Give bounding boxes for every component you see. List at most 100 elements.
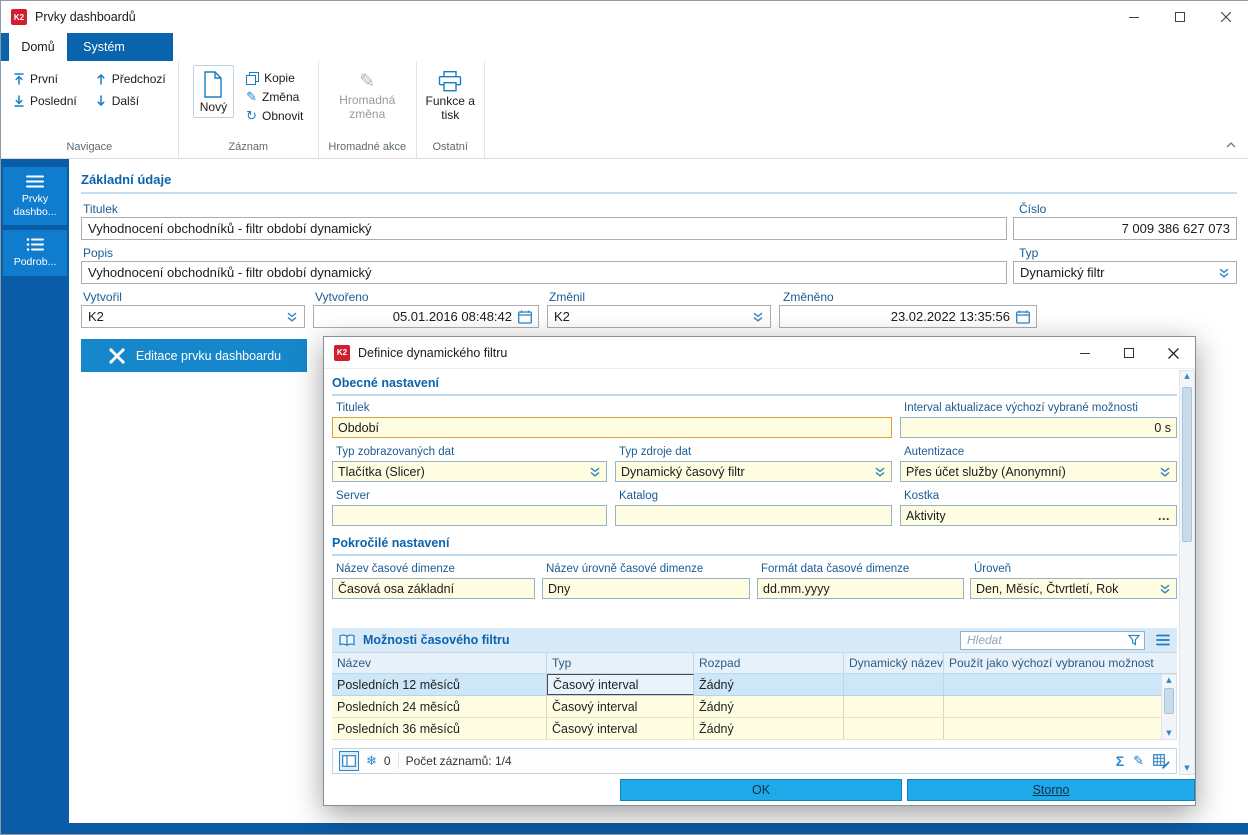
hromadna-zmena-button: ✎ Hromadná změna	[328, 67, 406, 124]
dialog-scrollbar-thumb[interactable]	[1182, 387, 1192, 542]
cell-typ[interactable]: Časový interval	[547, 696, 694, 717]
filter-funnel-icon[interactable]	[1128, 634, 1140, 646]
kopie-button[interactable]: Kopie	[246, 71, 303, 85]
funkce-a-tisk-button[interactable]: Funkce a tisk	[417, 66, 483, 125]
dialog-definice-dynamickeho-filtru: K2 Definice dynamického filtru Obecné na…	[323, 336, 1196, 806]
nazev-urovne-input[interactable]: Dny	[542, 578, 750, 599]
katalog-input[interactable]	[615, 505, 892, 526]
column-header-rozpad[interactable]: Rozpad	[694, 653, 844, 673]
calendar-icon	[518, 310, 532, 324]
cell-typ[interactable]: Časový interval	[547, 718, 694, 739]
section-underline	[332, 554, 1177, 556]
dalsi-button[interactable]: Další	[93, 92, 168, 110]
prvni-button[interactable]: První	[11, 70, 79, 88]
storno-button[interactable]: Storno	[907, 779, 1195, 801]
cell-rozpad[interactable]: Žádný	[694, 718, 844, 739]
cislo-input[interactable]: 7 009 386 627 073	[1013, 217, 1237, 240]
edit-table-icon[interactable]	[1153, 754, 1170, 769]
ok-button[interactable]: OK	[620, 779, 902, 801]
bulk-edit-pencil-icon: ✎	[359, 72, 375, 91]
typ-dat-dropdown[interactable]: Tlačítka (Slicer)	[332, 461, 607, 482]
dialog-minimize-button[interactable]	[1063, 337, 1107, 369]
minimize-button[interactable]	[1111, 1, 1157, 33]
zmeneno-datepicker[interactable]: 23.02.2022 13:35:56	[779, 305, 1037, 328]
predchozi-button[interactable]: Předchozí	[93, 70, 168, 88]
cell-pouzit[interactable]	[944, 696, 1161, 717]
cell-dynamicky-nazev[interactable]	[844, 696, 944, 717]
novy-button[interactable]: Nový	[193, 65, 234, 118]
column-header-typ[interactable]: Typ	[547, 653, 694, 673]
cell-dynamicky-nazev[interactable]	[844, 674, 944, 695]
editace-prvku-dashboardu-button[interactable]: Editace prvku dashboardu	[81, 339, 307, 372]
ellipsis-button[interactable]: …	[1158, 511, 1172, 521]
search-input[interactable]	[965, 632, 1125, 648]
cell-nazev[interactable]: Posledních 12 měsíců	[332, 674, 547, 695]
column-header-nazev[interactable]: Název	[332, 653, 547, 673]
copy-icon	[246, 72, 259, 85]
nazev-dimenze-label: Název časové dimenze	[336, 563, 455, 575]
column-header-dynamicky-nazev[interactable]: Dynamický název	[844, 653, 944, 673]
sidebar-item-podrobnosti[interactable]: Podrob...	[3, 230, 67, 276]
typ-dropdown[interactable]: Dynamický filtr	[1013, 261, 1237, 284]
tab-system[interactable]: Systém	[67, 33, 141, 61]
titulek-input[interactable]: Vyhodnocení obchodníků - filtr období dy…	[81, 217, 1007, 240]
dropdown-chevrons-icon	[1159, 466, 1171, 478]
dropdown-chevrons-icon	[874, 466, 886, 478]
uroven-dropdown[interactable]: Den, Měsíc, Čtvrtletí, Rok	[970, 578, 1177, 599]
table-scrollbar[interactable]: ▲ ▼	[1161, 674, 1177, 740]
dialog-maximize-button[interactable]	[1107, 337, 1151, 369]
dlg-titulek-input[interactable]: Období	[332, 417, 892, 438]
prvni-label: První	[30, 72, 58, 86]
close-button[interactable]	[1203, 1, 1248, 33]
cell-pouzit[interactable]	[944, 674, 1161, 695]
table-menu-button[interactable]	[1153, 630, 1173, 650]
scroll-down-icon[interactable]: ▼	[1184, 765, 1189, 772]
sidebar-item-label: Podrob...	[5, 256, 65, 269]
table-scrollbar-thumb[interactable]	[1164, 688, 1174, 714]
ok-label: OK	[752, 783, 770, 797]
format-data-input[interactable]: dd.mm.yyyy	[757, 578, 964, 599]
novy-label: Nový	[200, 101, 227, 115]
cell-nazev[interactable]: Posledních 36 měsíců	[332, 718, 547, 739]
obnovit-button[interactable]: ↻ Obnovit	[246, 109, 303, 123]
server-input[interactable]	[332, 505, 607, 526]
view-toggle-button[interactable]	[339, 751, 359, 771]
ribbon-collapse-button[interactable]	[1222, 138, 1240, 152]
table-row[interactable]: Posledních 24 měsíců Časový interval Žád…	[332, 696, 1161, 718]
cell-nazev[interactable]: Posledních 24 měsíců	[332, 696, 547, 717]
sum-icon[interactable]: Σ	[1116, 754, 1124, 768]
cell-rozpad[interactable]: Žádný	[694, 696, 844, 717]
scroll-down-icon[interactable]: ▼	[1166, 730, 1171, 737]
zmenil-dropdown[interactable]: K2	[547, 305, 771, 328]
column-header-pouzit[interactable]: Použít jako výchozí vybranou možnost	[944, 653, 1177, 673]
typ-zdroje-dropdown[interactable]: Dynamický časový filtr	[615, 461, 892, 482]
minimize-icon	[1129, 12, 1139, 22]
snowflake-icon[interactable]: ❄	[366, 755, 377, 768]
scroll-up-icon[interactable]: ▲	[1166, 677, 1171, 684]
sidebar-item-prvky-dashboardu[interactable]: Prvky dashbo...	[3, 167, 67, 225]
tab-domu[interactable]: Domů	[9, 33, 67, 61]
kostka-input[interactable]: Aktivity …	[900, 505, 1177, 526]
interval-input[interactable]: 0 s	[900, 417, 1177, 438]
table-row[interactable]: Posledních 36 měsíců Časový interval Žád…	[332, 718, 1161, 740]
group-label-hromadne-akce: Hromadné akce	[319, 139, 416, 158]
zmena-button[interactable]: ✎ Změna	[246, 90, 303, 104]
vytvoril-dropdown[interactable]: K2	[81, 305, 305, 328]
format-data-label: Formát data časové dimenze	[761, 563, 909, 575]
cell-pouzit[interactable]	[944, 718, 1161, 739]
vytvoreno-datepicker[interactable]: 05.01.2016 08:48:42	[313, 305, 539, 328]
nazev-dimenze-input[interactable]: Časová osa základní	[332, 578, 535, 599]
dialog-scrollbar[interactable]: ▲ ▼	[1179, 370, 1195, 775]
cell-typ[interactable]: Časový interval	[547, 674, 694, 695]
cell-rozpad[interactable]: Žádný	[694, 674, 844, 695]
maximize-button[interactable]	[1157, 1, 1203, 33]
posledni-button[interactable]: Poslední	[11, 92, 79, 110]
typ-value: Dynamický filtr	[1020, 265, 1105, 280]
dialog-close-button[interactable]	[1151, 337, 1195, 369]
edit-pencil-icon[interactable]: ✎	[1133, 755, 1144, 768]
popis-input[interactable]: Vyhodnocení obchodníků - filtr období dy…	[81, 261, 1007, 284]
autentizace-dropdown[interactable]: Přes účet služby (Anonymní)	[900, 461, 1177, 482]
cell-dynamicky-nazev[interactable]	[844, 718, 944, 739]
table-row[interactable]: Posledních 12 měsíců Časový interval Žád…	[332, 674, 1161, 696]
scroll-up-icon[interactable]: ▲	[1184, 373, 1189, 380]
